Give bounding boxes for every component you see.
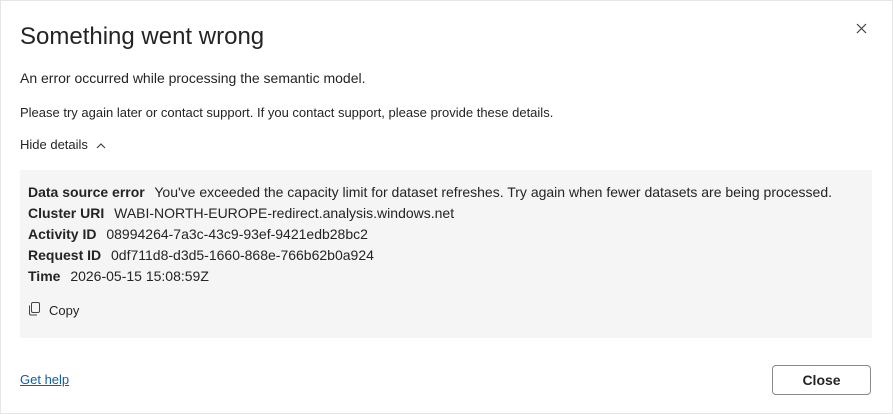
error-dialog: Something went wrong An error occurred w… — [0, 0, 893, 414]
detail-row-time: Time 2026-05-15 15:08:59Z — [28, 266, 864, 287]
close-button[interactable]: Close — [772, 365, 871, 395]
detail-label: Time — [28, 268, 61, 284]
chevron-up-icon — [96, 140, 106, 150]
detail-row-activity-id: Activity ID 08994264-7a3c-43c9-93ef-9421… — [28, 224, 864, 245]
detail-label: Activity ID — [28, 226, 97, 242]
error-details-panel: Data source error You've exceeded the ca… — [20, 170, 872, 338]
hide-details-toggle[interactable]: Hide details — [20, 135, 106, 155]
copy-icon — [28, 302, 41, 319]
detail-row-data-source-error: Data source error You've exceeded the ca… — [28, 182, 864, 203]
detail-value: You've exceeded the capacity limit for d… — [154, 184, 833, 200]
detail-row-cluster-uri: Cluster URI WABI-NORTH-EUROPE-redirect.a… — [28, 203, 864, 224]
copy-label: Copy — [49, 303, 80, 318]
dialog-title: Something went wrong — [20, 23, 265, 50]
get-help-link[interactable]: Get help — [20, 372, 69, 387]
detail-value: 0df711d8-d3d5-1660-868e-766b62b0a924 — [111, 247, 374, 263]
support-message: Please try again later or contact suppor… — [20, 105, 554, 120]
detail-value: WABI-NORTH-EUROPE-redirect.analysis.wind… — [114, 205, 455, 221]
detail-label: Data source error — [28, 184, 145, 200]
detail-row-request-id: Request ID 0df711d8-d3d5-1660-868e-766b6… — [28, 245, 864, 266]
hide-details-label: Hide details — [20, 137, 88, 152]
error-message: An error occurred while processing the s… — [20, 70, 366, 86]
detail-label: Request ID — [28, 247, 102, 263]
detail-value: 08994264-7a3c-43c9-93ef-9421edb28bc2 — [106, 226, 368, 242]
copy-button[interactable]: Copy — [28, 302, 79, 319]
detail-value: 2026-05-15 15:08:59Z — [70, 268, 209, 284]
close-icon[interactable] — [852, 19, 870, 37]
detail-label: Cluster URI — [28, 205, 105, 221]
